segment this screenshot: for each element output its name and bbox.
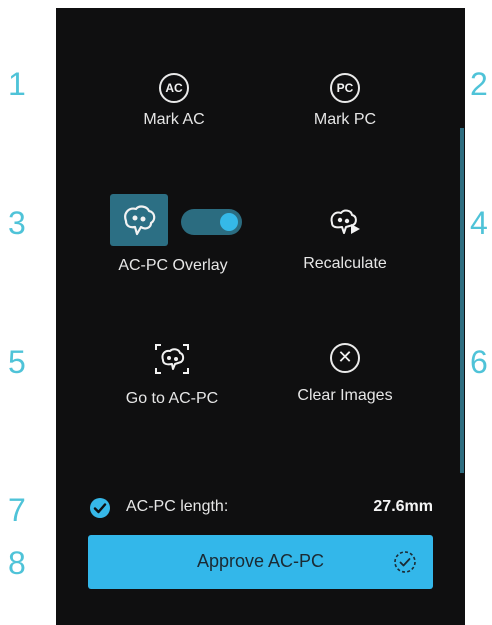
annotation-3: 3 bbox=[8, 205, 26, 241]
approve-ac-pc-label: Approve AC-PC bbox=[196, 551, 325, 571]
overlay-toggle[interactable] bbox=[181, 209, 242, 235]
annotation-8: 8 bbox=[8, 545, 26, 581]
annotation-5: 5 bbox=[8, 344, 26, 380]
overlay-label-wrap: AC-PC Overlay bbox=[93, 257, 253, 275]
close-circle-icon: ✕ bbox=[330, 343, 360, 373]
pc-circle-icon: PC bbox=[330, 73, 360, 103]
ac-pc-overlay-button[interactable] bbox=[110, 194, 168, 246]
recalculate-button[interactable]: Recalculate bbox=[265, 205, 425, 273]
toggle-knob bbox=[220, 213, 238, 231]
ac-pc-overlay-label: AC-PC Overlay bbox=[118, 257, 228, 274]
mark-ac-button[interactable]: AC Mark AC bbox=[94, 73, 254, 129]
brain-focus-icon bbox=[155, 344, 189, 374]
clear-images-button[interactable]: ✕ Clear Images bbox=[265, 343, 425, 405]
mark-pc-label: Mark PC bbox=[313, 111, 377, 128]
brain-play-icon bbox=[330, 209, 360, 234]
recalculate-label: Recalculate bbox=[303, 255, 387, 272]
ac-circle-icon: AC bbox=[159, 73, 189, 103]
annotation-4: 4 bbox=[470, 205, 488, 241]
approve-ac-pc-button[interactable]: Approve AC-PC bbox=[88, 535, 433, 589]
mark-pc-button[interactable]: PC Mark PC bbox=[265, 73, 425, 129]
check-circle-icon bbox=[90, 498, 110, 518]
ac-pc-length-row: AC-PC length: 27.6mm bbox=[90, 496, 433, 520]
annotation-7: 7 bbox=[8, 492, 26, 528]
ac-pc-length-label: AC-PC length: bbox=[126, 498, 229, 515]
panel-scroll-edge bbox=[460, 128, 464, 473]
go-to-ac-pc-label: Go to AC-PC bbox=[125, 390, 219, 407]
ac-pc-length-value: 27.6mm bbox=[373, 498, 433, 515]
annotation-1: 1 bbox=[8, 66, 26, 102]
annotation-6: 6 bbox=[470, 344, 488, 380]
dashed-check-circle-icon bbox=[394, 551, 416, 573]
annotation-2: 2 bbox=[470, 66, 488, 102]
go-to-ac-pc-button[interactable]: Go to AC-PC bbox=[92, 340, 252, 408]
mark-ac-label: Mark AC bbox=[143, 111, 205, 128]
brain-icon bbox=[124, 205, 156, 236]
clear-images-label: Clear Images bbox=[297, 387, 393, 404]
